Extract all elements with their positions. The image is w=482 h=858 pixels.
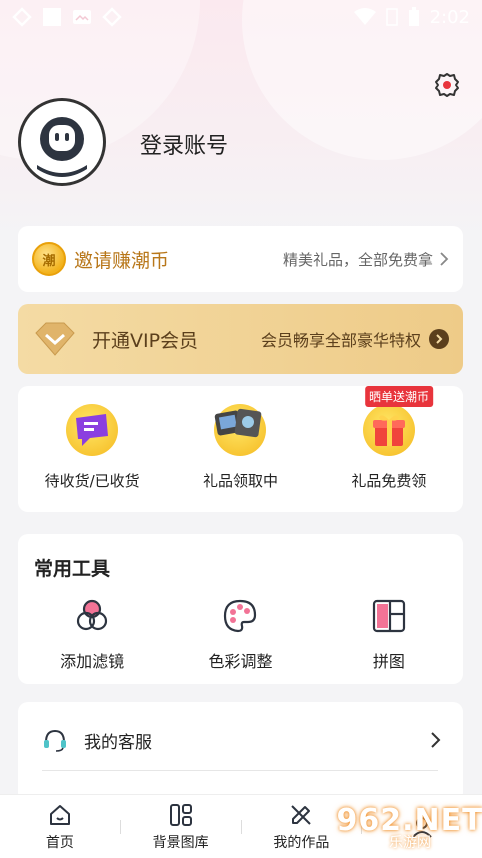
nav-home[interactable]: 首页 [0,795,120,858]
chevron-right-icon [431,732,441,748]
invite-subtitle: 精美礼品，全部免费拿 [282,250,433,269]
watermark-sub: 乐游网 [389,834,431,851]
login-label[interactable]: 登录账号 [140,128,228,160]
status-bar: 2:02 [0,0,482,34]
notification-icon [102,7,122,27]
collage-icon [369,596,409,636]
watermark-logo: 962.NET 乐游网 [336,800,482,854]
service-card: 我的客服 [18,702,463,802]
service-label: 我的客服 [84,732,152,753]
promo-badge: 晒单送潮币 [365,386,434,407]
diamond-icon [35,322,75,356]
gift-label: 礼品领取中 [202,472,278,490]
tool-label: 添加滤镜 [60,652,125,671]
nav-label: 我的作品 [273,834,330,851]
tool-color-adjust[interactable]: 色彩调整 [166,596,314,672]
gear-icon [435,73,459,97]
image-notification-icon [73,10,91,24]
headset-icon [44,729,66,752]
filter-icon [72,596,112,636]
gifts-card: 待收货/已收货 礼品领取中 晒单送潮币 礼品免费领 [18,386,463,512]
chevron-right-icon [440,252,449,266]
gift-item-claiming[interactable]: 礼品领取中 [166,386,314,512]
coin-text: 潮 [42,253,56,269]
pencil-ruler-icon [288,802,314,828]
avatar[interactable] [18,98,106,186]
coin-icon: 潮 [32,242,66,276]
gift-item-received[interactable]: 待收货/已收货 [18,386,166,512]
vip-card[interactable]: 开通VIP会员 会员畅享全部豪华特权 [18,304,463,374]
gift-box-icon [362,404,415,456]
tool-collage[interactable]: 拼图 [315,596,463,672]
customer-service-row[interactable]: 我的客服 [42,722,442,758]
invite-card[interactable]: 潮 邀请赚潮币 精美礼品，全部免费拿 [18,226,463,292]
wifi-icon [353,8,376,25]
gift-label: 礼品免费领 [351,472,427,490]
chevron-right-icon [429,329,449,349]
vip-title: 开通VIP会员 [92,329,199,352]
divider [42,770,438,771]
gift-item-free[interactable]: 晒单送潮币 礼品免费领 [315,386,463,512]
robot-avatar-icon [29,109,95,177]
tools-title: 常用工具 [34,558,111,580]
palette-icon [220,596,260,636]
tool-label: 色彩调整 [208,652,273,671]
tool-label: 拼图 [372,652,405,671]
gift-label: 待收货/已收货 [44,472,140,490]
home-icon [47,802,73,828]
notification-icon [12,7,32,27]
tool-add-filter[interactable]: 添加滤镜 [18,596,166,672]
gadget-gift-icon [214,404,267,456]
nav-label: 首页 [45,834,74,851]
tools-card: 常用工具 添加滤镜 色彩调整 拼图 [18,534,463,684]
battery-icon [408,7,419,26]
sim-icon [385,8,398,26]
invite-title: 邀请赚潮币 [74,249,170,272]
status-time: 2:02 [429,6,470,28]
vip-subtitle: 会员畅享全部豪华特权 [260,331,421,350]
settings-button[interactable] [432,70,462,100]
notification-icon [43,8,61,26]
gallery-icon [168,802,194,828]
nav-gallery[interactable]: 背景图库 [121,795,241,858]
chat-gift-icon [66,404,119,456]
nav-label: 背景图库 [152,834,209,851]
